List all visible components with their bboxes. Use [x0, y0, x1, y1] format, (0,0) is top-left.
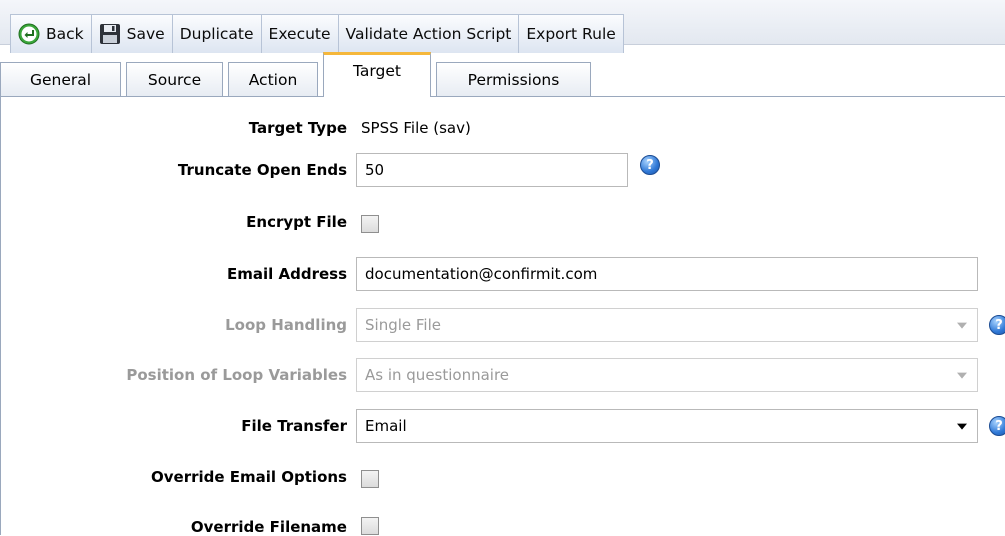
chevron-down-icon — [957, 372, 967, 379]
duplicate-button[interactable]: Duplicate — [173, 15, 262, 53]
loop-handling-label: Loop Handling — [225, 316, 347, 334]
help-icon[interactable]: ? — [640, 155, 660, 175]
position-of-loop-variables-value: As in questionnaire — [365, 366, 510, 384]
target-type-label: Target Type — [248, 119, 347, 137]
encrypt-file-label: Encrypt File — [246, 213, 347, 231]
truncate-open-ends-label: Truncate Open Ends — [177, 161, 347, 179]
encrypt-file-checkbox[interactable] — [361, 215, 379, 233]
help-icon[interactable]: ? — [989, 315, 1005, 335]
loop-handling-select[interactable]: Single File — [356, 308, 978, 342]
override-filename-checkbox[interactable] — [361, 517, 379, 535]
email-address-input[interactable]: documentation@confirmit.com — [356, 257, 978, 291]
toolbar-button-group: Back Save Duplicate Execute Validate Act… — [10, 14, 624, 53]
back-arrow-icon — [18, 23, 40, 45]
email-address-value: documentation@confirmit.com — [365, 265, 598, 283]
tab-action[interactable]: Action — [228, 62, 318, 96]
override-filename-label: Override Filename — [190, 518, 347, 536]
save-button[interactable]: Save — [92, 15, 173, 53]
save-label: Save — [126, 25, 165, 43]
file-transfer-label: File Transfer — [241, 417, 347, 435]
loop-handling-value: Single File — [365, 316, 441, 334]
chevron-down-icon — [957, 322, 967, 329]
position-of-loop-variables-label: Position of Loop Variables — [126, 366, 347, 384]
execute-button[interactable]: Execute — [262, 15, 339, 53]
position-of-loop-variables-select[interactable]: As in questionnaire — [356, 358, 978, 392]
tab-bar: General Source Action Target Permissions — [0, 52, 1005, 97]
validate-action-script-button[interactable]: Validate Action Script — [339, 15, 520, 53]
truncate-open-ends-input[interactable]: 50 — [356, 153, 628, 187]
truncate-open-ends-value: 50 — [365, 161, 385, 179]
toolbar: Back Save Duplicate Execute Validate Act… — [0, 0, 1005, 53]
override-email-options-checkbox[interactable] — [361, 470, 379, 488]
help-icon[interactable]: ? — [989, 416, 1005, 436]
chevron-down-icon — [957, 423, 967, 430]
back-label: Back — [46, 25, 84, 43]
override-email-options-label: Override Email Options — [151, 468, 347, 486]
tab-permissions[interactable]: Permissions — [436, 62, 591, 96]
file-transfer-value: Email — [365, 417, 407, 435]
tab-general[interactable]: General — [0, 62, 121, 96]
tab-target[interactable]: Target — [323, 52, 431, 97]
floppy-disk-icon — [99, 23, 121, 45]
target-form: Target Type SPSS File (sav) Truncate Ope… — [0, 97, 1005, 536]
tab-source[interactable]: Source — [126, 62, 223, 96]
file-transfer-select[interactable]: Email — [356, 409, 978, 443]
export-rule-button[interactable]: Export Rule — [519, 15, 622, 53]
back-button[interactable]: Back — [11, 15, 92, 53]
target-type-value: SPSS File (sav) — [361, 119, 471, 137]
email-address-label: Email Address — [226, 265, 347, 283]
